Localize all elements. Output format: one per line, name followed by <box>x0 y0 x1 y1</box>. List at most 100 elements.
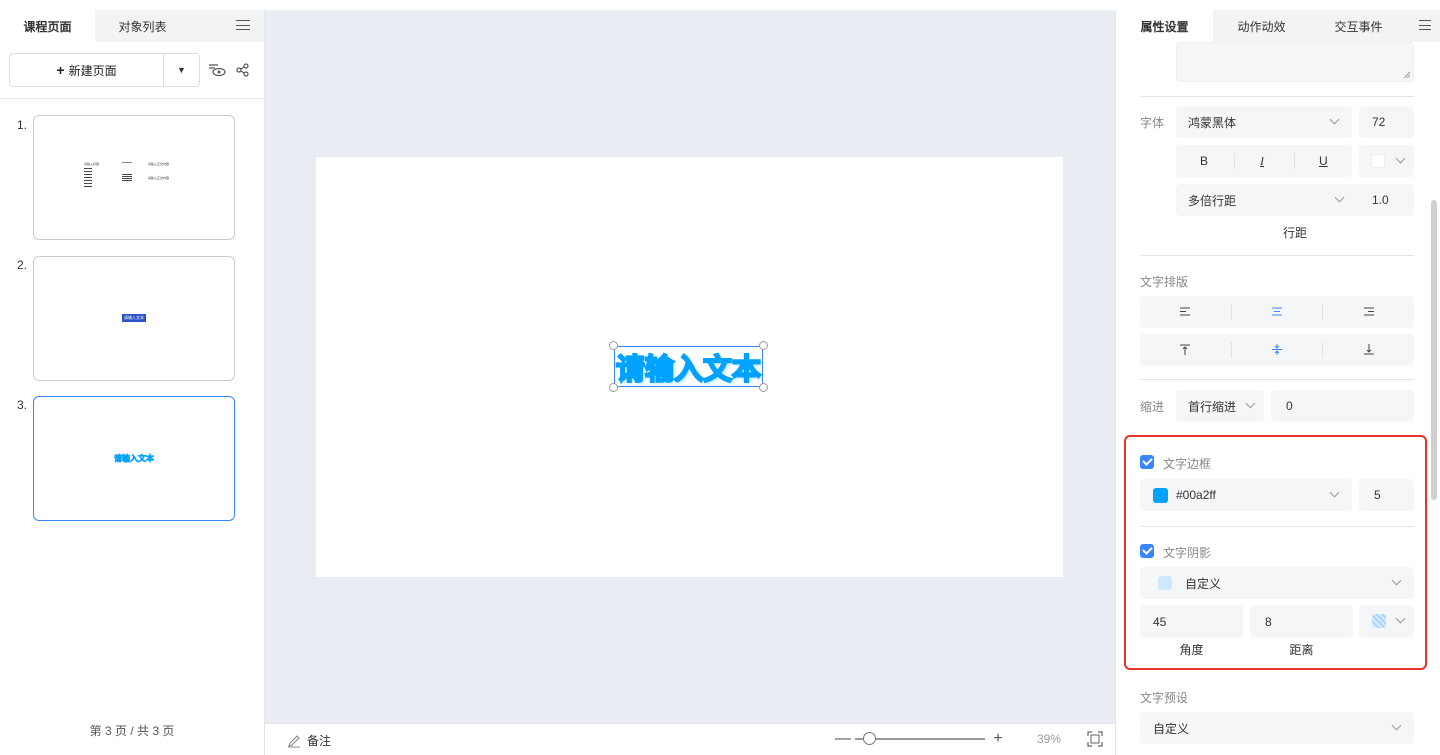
divider <box>1140 379 1414 380</box>
indent-mode-value: 首行缩进 <box>1188 399 1237 414</box>
note-button[interactable]: 备注 <box>287 732 331 749</box>
new-page-row: + 新建页面 ▼ <box>9 53 254 87</box>
chevron-down-icon <box>1334 192 1345 203</box>
line-spacing-value[interactable]: 1.0 <box>1372 193 1389 207</box>
resize-handle-tr[interactable] <box>759 341 768 350</box>
thumb-1-line <box>122 162 132 163</box>
indent-value-input[interactable]: 0 <box>1271 390 1414 422</box>
bottom-bar: 备注 — + 39% <box>265 723 1115 755</box>
resize-handle-br[interactable] <box>759 383 768 392</box>
left-panel: 课程页面 对象列表 + 新建页面 ▼ 1. 请输入标题 请输入正文内容 请输入正… <box>0 10 265 755</box>
underline-button[interactable]: U <box>1319 154 1328 168</box>
chevron-down-icon <box>1245 398 1256 409</box>
preview-eye-icon[interactable] <box>206 59 228 81</box>
font-family-select[interactable]: 鸿蒙黑体 <box>1176 106 1352 138</box>
pencil-icon <box>288 734 300 748</box>
separator <box>1231 304 1232 320</box>
divider <box>0 98 264 99</box>
slide-canvas[interactable]: 请输入文本 <box>316 157 1063 577</box>
font-family-value: 鸿蒙黑体 <box>1188 115 1237 130</box>
divider <box>1140 255 1414 256</box>
right-panel: 属性设置 动作动效 交互事件 字体 鸿蒙黑体 72 B I U 多倍行距 1.0… <box>1115 10 1440 755</box>
zoom-percent: 39% <box>1037 732 1062 746</box>
align-right-icon[interactable] <box>1364 307 1374 316</box>
share-nodes-icon[interactable] <box>232 59 254 81</box>
separator <box>1322 342 1323 358</box>
color-swatch <box>1371 154 1385 168</box>
new-page-label: 新建页面 <box>68 63 117 78</box>
thumb-1-body-2: 请输入正文内容 <box>148 176 170 180</box>
page-number-2: 2. <box>17 258 28 272</box>
align-bottom-icon[interactable] <box>1364 344 1374 355</box>
tab-properties[interactable]: 属性设置 <box>1116 10 1213 42</box>
font-label: 字体 <box>1140 116 1165 130</box>
chevron-down-icon <box>1395 153 1406 164</box>
text-style-group: B I U <box>1176 145 1352 177</box>
page-number-1: 1. <box>17 118 28 132</box>
resize-handle-tl[interactable] <box>609 341 618 350</box>
new-page-dropdown[interactable]: ▼ <box>164 54 199 86</box>
line-spacing-mode[interactable]: 多倍行距 <box>1188 192 1236 209</box>
page-number-3: 3. <box>17 398 28 412</box>
scrollbar[interactable] <box>1431 200 1437 500</box>
preset-label: 文字预设 <box>1140 691 1189 705</box>
zoom-in-button[interactable]: + <box>991 730 1005 748</box>
zoom-slider[interactable] <box>855 732 985 745</box>
font-size-input[interactable]: 72 <box>1359 106 1414 138</box>
italic-button[interactable]: I <box>1260 154 1264 169</box>
indent-value: 0 <box>1286 399 1293 413</box>
indent-label: 缩进 <box>1140 400 1165 414</box>
note-label: 备注 <box>307 734 332 748</box>
zoom-out-button[interactable]: — <box>835 730 851 748</box>
align-top-icon[interactable] <box>1180 344 1190 355</box>
resize-handle-bl[interactable] <box>609 383 618 392</box>
new-page-button-group: + 新建页面 ▼ <box>9 53 200 87</box>
plus-icon: + <box>56 62 65 78</box>
thumb-1-qr-a <box>84 168 92 188</box>
tab-object-list[interactable]: 对象列表 <box>95 10 190 42</box>
separator <box>1231 342 1232 358</box>
page-thumbnail-1[interactable]: 请输入标题 请输入正文内容 请输入正文内容 <box>33 115 235 240</box>
preset-select[interactable]: 自定义 <box>1140 712 1414 744</box>
horizontal-align-group <box>1140 296 1414 328</box>
right-tabs: 属性设置 动作动效 交互事件 <box>1116 10 1440 42</box>
text-content-area[interactable] <box>1176 42 1414 82</box>
divider <box>1140 96 1414 97</box>
indent-mode-select[interactable]: 首行缩进 <box>1176 390 1264 422</box>
left-tabs: 课程页面 对象列表 <box>0 10 264 42</box>
align-left-icon[interactable] <box>1180 307 1190 316</box>
fit-screen-icon[interactable] <box>1087 731 1103 747</box>
highlight-box <box>1124 435 1427 670</box>
tab-animations[interactable]: 动作动效 <box>1213 10 1310 42</box>
textbox-content[interactable]: 请输入文本 <box>615 346 762 388</box>
tab-interactions[interactable]: 交互事件 <box>1310 10 1407 42</box>
thumb-3-text: 请输入文本 <box>114 454 155 464</box>
separator <box>1322 304 1323 320</box>
zoom-control: — + <box>835 730 1005 748</box>
line-spacing-label: 行距 <box>1282 226 1307 240</box>
canvas-area: 请输入文本 <box>265 10 1115 723</box>
align-middle-icon[interactable] <box>1272 344 1282 355</box>
layout-label: 文字排版 <box>1140 275 1189 289</box>
new-page-button[interactable]: + 新建页面 <box>10 54 164 86</box>
text-color-picker[interactable] <box>1359 145 1414 177</box>
page-thumbnail-3[interactable]: 请输入文本 <box>33 396 235 521</box>
selected-textbox[interactable]: 请输入文本 <box>609 341 768 392</box>
thumb-2-text: 请输入文本 <box>122 314 146 322</box>
font-size-value: 72 <box>1372 115 1386 129</box>
align-center-icon[interactable] <box>1272 307 1282 316</box>
vertical-align-group <box>1140 334 1414 366</box>
bold-button[interactable]: B <box>1200 154 1208 168</box>
thumb-1-title: 请输入标题 <box>84 162 100 166</box>
separator <box>1234 153 1235 169</box>
thumb-1-qr-b <box>122 174 132 182</box>
tab-course-pages[interactable]: 课程页面 <box>0 10 95 42</box>
thumb-1-body-1: 请输入正文内容 <box>148 162 170 166</box>
left-menu-icon[interactable] <box>236 18 250 32</box>
preset-value: 自定义 <box>1153 721 1190 736</box>
zoom-slider-thumb[interactable] <box>863 732 876 745</box>
right-menu-icon[interactable] <box>1419 18 1431 32</box>
page-thumbnail-2[interactable]: 请输入文本 <box>33 256 235 381</box>
chevron-down-icon <box>1329 114 1340 125</box>
page-count: 第 3 页 / 共 3 页 <box>89 724 175 738</box>
